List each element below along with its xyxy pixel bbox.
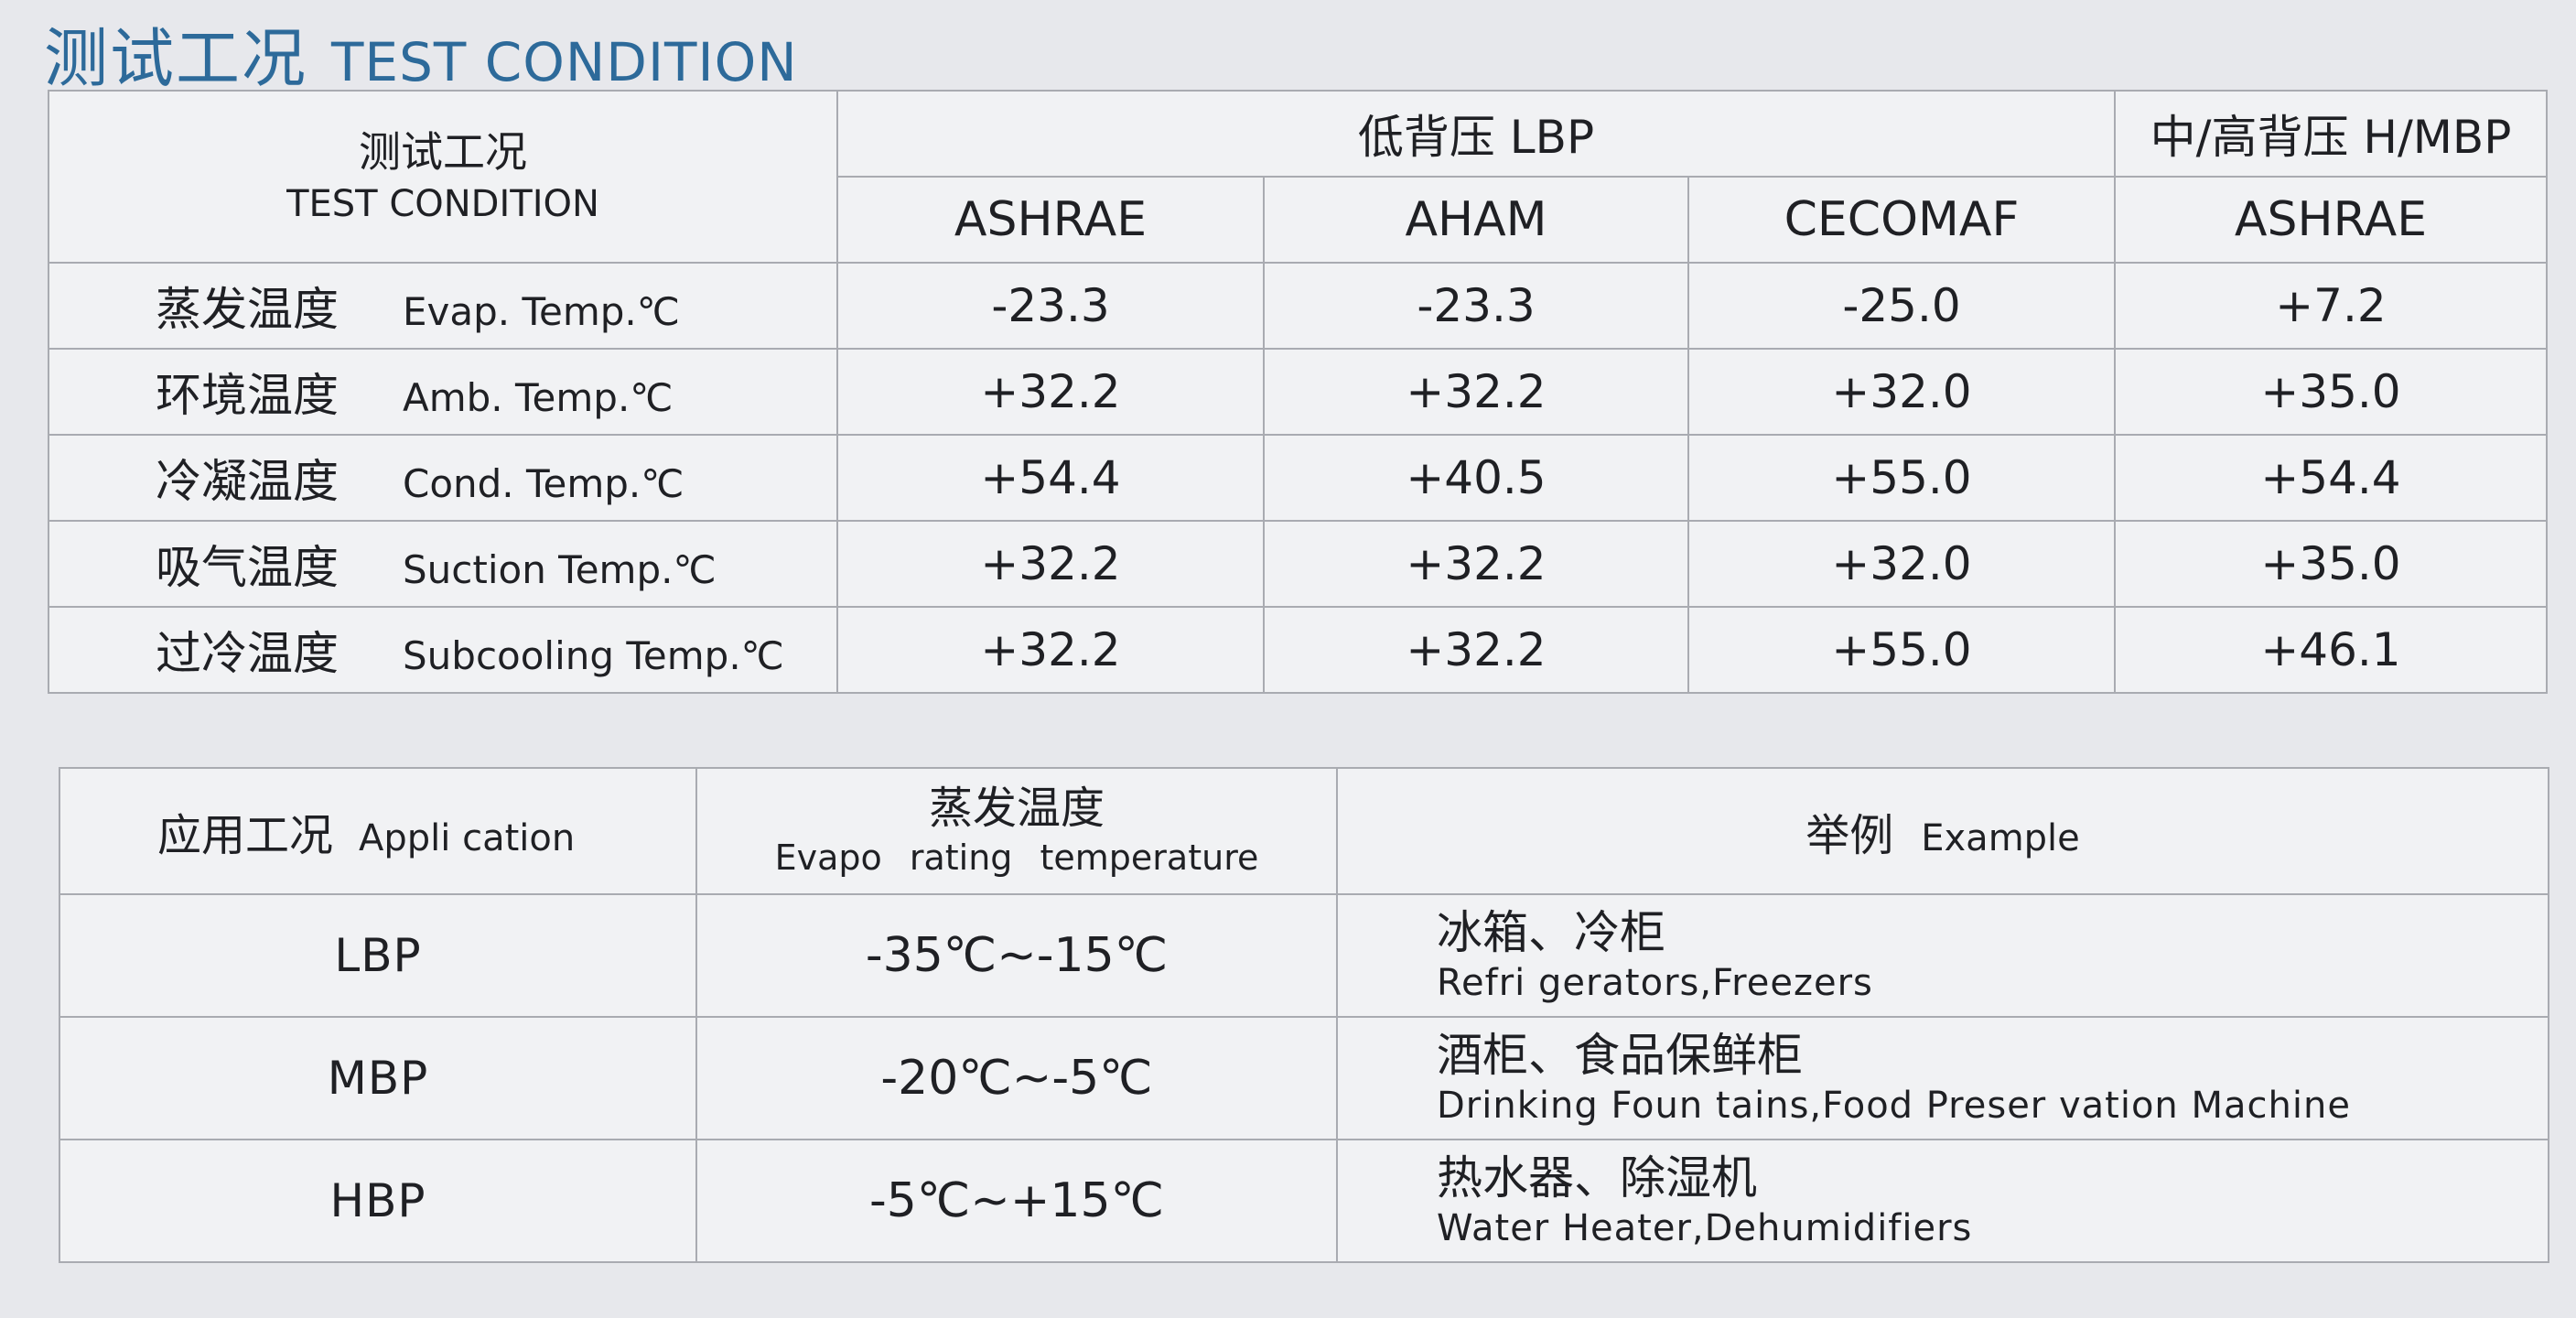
example-zh: 冰箱、冷柜 <box>1437 906 1665 959</box>
condition-cell: HBP <box>59 1139 697 1263</box>
row-label-en: Subcooling Temp.℃ <box>403 633 784 678</box>
application-header: 应用工况 Appli cation <box>59 767 697 895</box>
group-header-lbp: 低背压 LBP <box>836 90 2116 178</box>
table-cell: -23.3 <box>1263 262 1689 350</box>
table-cell: +35.0 <box>2114 348 2548 436</box>
row-label: 吸气温度 Suction Temp.℃ <box>48 520 838 608</box>
table-cell: -23.3 <box>836 262 1265 350</box>
example-header: 举例 Example <box>1336 767 2549 895</box>
table-cell: +40.5 <box>1263 434 1689 522</box>
table-row: 蒸发温度 Evap. Temp.℃ -23.3 -23.3 -25.0 +7.2 <box>48 262 2548 350</box>
application-header-en: Appli cation <box>359 817 576 859</box>
row-label: 冷凝温度 Cond. Temp.℃ <box>48 434 838 522</box>
standard-header: ASHRAE <box>836 176 1265 264</box>
example-cell: 冰箱、冷柜 Refri gerators,Freezers <box>1336 893 2549 1018</box>
example-header-zh: 举例 <box>1805 810 1894 861</box>
example-cell: 酒柜、食品保鲜柜 Drinking Foun tains,Food Preser… <box>1336 1016 2549 1140</box>
row-label: 过冷温度 Subcooling Temp.℃ <box>48 606 838 694</box>
table-row: MBP -20℃~-5℃ 酒柜、食品保鲜柜 Drinking Foun tain… <box>59 1016 2549 1140</box>
example-en: Water Heater,Dehumidifiers <box>1437 1207 1973 1249</box>
application-table: 应用工况 Appli cation 蒸发温度 Evapo rating tempe… <box>59 767 2549 1263</box>
application-header-zh: 应用工况 <box>157 810 334 861</box>
condition-cell: LBP <box>59 893 697 1018</box>
example-zh: 酒柜、食品保鲜柜 <box>1437 1029 1803 1082</box>
temperature-range-cell: -5℃~+15℃ <box>695 1139 1338 1263</box>
table-cell: +32.2 <box>836 348 1265 436</box>
table-cell: +54.4 <box>836 434 1265 522</box>
example-cell: 热水器、除湿机 Water Heater,Dehumidifiers <box>1336 1139 2549 1263</box>
page-title-zh: 测试工况 <box>44 21 307 96</box>
page-title-en: TEST CONDITION <box>331 31 798 93</box>
evaporating-temperature-header: 蒸发温度 Evapo rating temperature <box>695 767 1338 895</box>
table-row: HBP -5℃~+15℃ 热水器、除湿机 Water Heater,Dehumi… <box>59 1139 2549 1263</box>
row-label-en: Cond. Temp.℃ <box>403 461 684 506</box>
row-label: 蒸发温度 Evap. Temp.℃ <box>48 262 838 350</box>
example-en: Drinking Foun tains,Food Preser vation M… <box>1437 1085 2351 1127</box>
table-cell: +55.0 <box>1687 606 2116 694</box>
table-cell: +32.0 <box>1687 520 2116 608</box>
table-row: LBP -35℃~-15℃ 冰箱、冷柜 Refri gerators,Freez… <box>59 893 2549 1018</box>
corner-header-en: TEST CONDITION <box>286 183 599 225</box>
corner-header-zh: 测试工况 <box>359 127 527 177</box>
corner-header-cell: 测试工况 TEST CONDITION <box>48 90 838 264</box>
row-label: 环境温度 Amb. Temp.℃ <box>48 348 838 436</box>
group-header-hmbp: 中/高背压 H/MBP <box>2114 90 2548 178</box>
table-cell: +55.0 <box>1687 434 2116 522</box>
standard-header: AHAM <box>1263 176 1689 264</box>
temperature-range-cell: -20℃~-5℃ <box>695 1016 1338 1140</box>
table-header-row: 测试工况 TEST CONDITION 低背压 LBP 中/高背压 H/MBP <box>48 90 2548 264</box>
standard-header: ASHRAE <box>2114 176 2548 264</box>
page-title: 测试工况 TEST CONDITION <box>44 7 798 100</box>
row-label-zh: 过冷温度 <box>156 627 339 680</box>
table-cell: +32.2 <box>1263 520 1689 608</box>
table-cell: +32.2 <box>1263 606 1689 694</box>
table-cell: +54.4 <box>2114 434 2548 522</box>
row-label-en: Suction Temp.℃ <box>403 547 717 592</box>
table-cell: -25.0 <box>1687 262 2116 350</box>
row-label-en: Amb. Temp.℃ <box>403 375 674 420</box>
row-label-en: Evap. Temp.℃ <box>403 289 680 334</box>
evaporating-header-zh: 蒸发温度 <box>928 783 1105 834</box>
row-label-zh: 吸气温度 <box>156 541 339 594</box>
table-row: 吸气温度 Suction Temp.℃ +32.2 +32.2 +32.0 +35… <box>48 520 2548 608</box>
test-condition-table: 测试工况 TEST CONDITION 低背压 LBP 中/高背压 H/MBP … <box>48 90 2548 694</box>
table-cell: +32.2 <box>836 606 1265 694</box>
example-zh: 热水器、除湿机 <box>1437 1151 1757 1205</box>
table-cell: +7.2 <box>2114 262 2548 350</box>
table-row: 冷凝温度 Cond. Temp.℃ +54.4 +40.5 +55.0 +54.4 <box>48 434 2548 522</box>
table-row: 环境温度 Amb. Temp.℃ +32.2 +32.2 +32.0 +35.0 <box>48 348 2548 436</box>
row-label-zh: 冷凝温度 <box>156 455 339 508</box>
table-cell: +32.0 <box>1687 348 2116 436</box>
row-label-zh: 环境温度 <box>156 369 339 422</box>
temperature-range-cell: -35℃~-15℃ <box>695 893 1338 1018</box>
table-row: 过冷温度 Subcooling Temp.℃ +32.2 +32.2 +55.0 … <box>48 606 2548 694</box>
table-header-row: 应用工况 Appli cation 蒸发温度 Evapo rating tempe… <box>59 767 2549 895</box>
table-cell: +32.2 <box>836 520 1265 608</box>
table-cell: +32.2 <box>1263 348 1689 436</box>
example-en: Refri gerators,Freezers <box>1437 962 1873 1004</box>
condition-cell: MBP <box>59 1016 697 1140</box>
table-cell: +35.0 <box>2114 520 2548 608</box>
standard-header: CECOMAF <box>1687 176 2116 264</box>
example-header-en: Example <box>1921 817 2080 859</box>
row-label-zh: 蒸发温度 <box>156 283 339 336</box>
table-cell: +46.1 <box>2114 606 2548 694</box>
evaporating-header-en: Evapo rating temperature <box>774 837 1259 878</box>
